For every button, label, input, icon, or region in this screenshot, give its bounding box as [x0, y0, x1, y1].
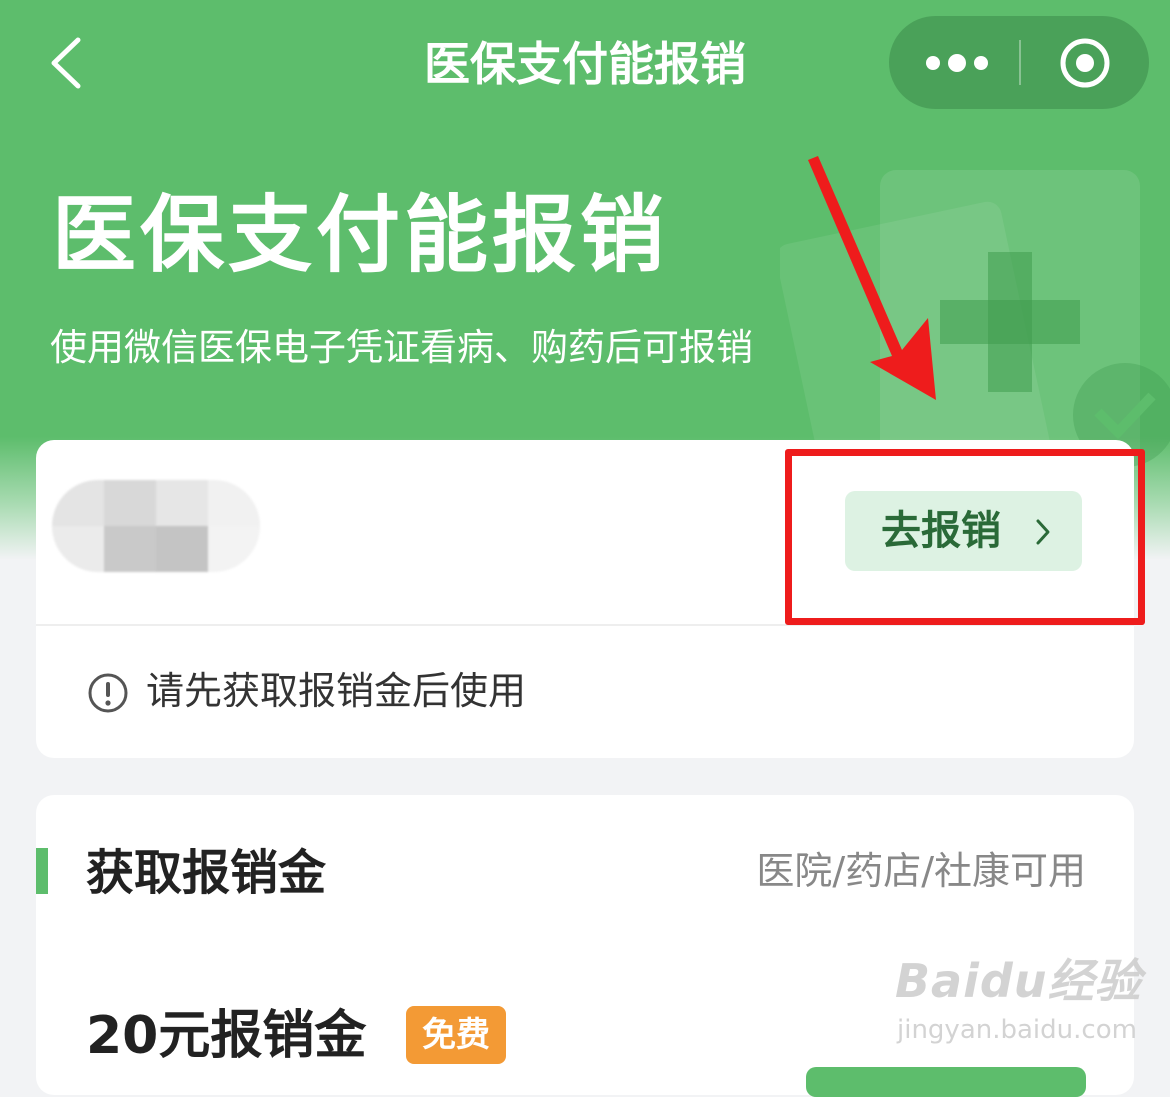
annotation-highlight-box: [785, 449, 1145, 625]
section-title: 获取报销金: [86, 845, 327, 901]
annotation-arrow: [808, 156, 936, 400]
masked-user-name: [52, 480, 260, 572]
section-note: 医院/药店/社康可用: [756, 849, 1086, 893]
fund-amount-title: 20元报销金: [86, 1006, 367, 1066]
baidu-jingyan-watermark: Baidu经验 jingyan.baidu.com: [895, 945, 1141, 1055]
capsule-menu: [889, 16, 1149, 109]
hero-title: 医保支付能报销: [52, 186, 669, 284]
section-accent-bar: [36, 848, 48, 894]
info-circle-icon: [88, 673, 128, 713]
back-button[interactable]: [40, 28, 100, 98]
notice-text: 请先获取报销金后使用: [146, 669, 527, 713]
more-button[interactable]: [889, 16, 1019, 109]
hero-subtitle: 使用微信医保电子凭证看病、购药后可报销: [50, 326, 753, 369]
free-badge: 免费: [406, 1006, 506, 1064]
watermark-site: jingyan.baidu.com: [897, 1015, 1137, 1045]
close-miniprogram-button[interactable]: [1021, 16, 1149, 109]
nav-title: 医保支付能报销: [424, 37, 746, 91]
watermark-brand: Baidu经验: [895, 954, 1142, 1008]
